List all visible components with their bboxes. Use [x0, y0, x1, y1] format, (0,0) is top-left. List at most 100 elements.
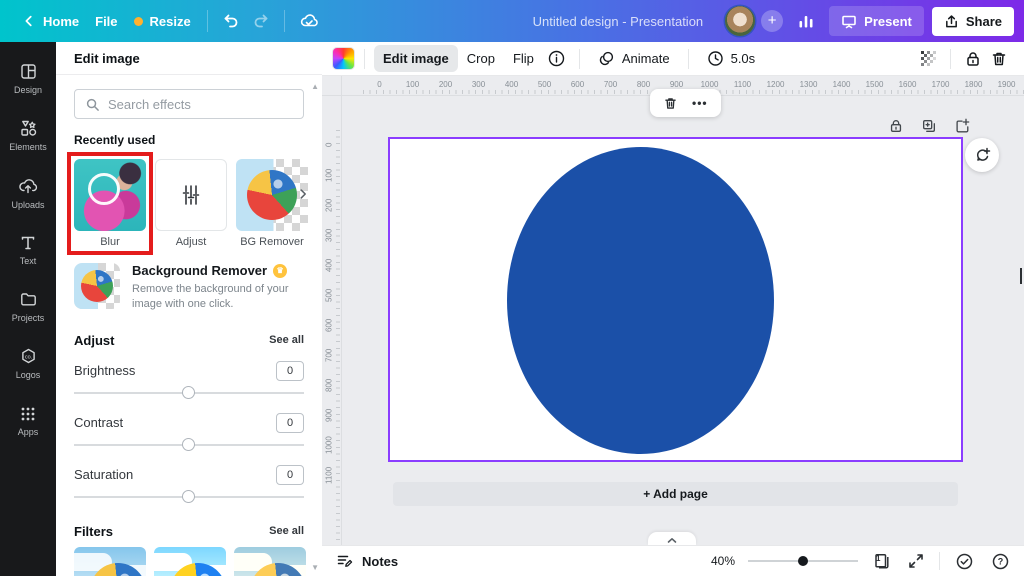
notes-button[interactable]: Notes [336, 552, 398, 570]
brightness-slider[interactable] [74, 386, 304, 400]
slider-handle[interactable] [182, 490, 195, 503]
add-member-button[interactable]: + [761, 10, 783, 32]
status-check-button[interactable] [953, 550, 976, 573]
rail-label: Apps [18, 427, 39, 437]
sidebar-item-projects[interactable]: Projects [0, 278, 56, 335]
add-comment-icon [973, 146, 991, 164]
ruler-label: 1100 [322, 460, 336, 490]
filters-see-all-link[interactable]: See all [269, 525, 304, 537]
ruler-label: 1100 [726, 76, 759, 95]
search-input[interactable] [108, 97, 293, 112]
flip-label: Flip [513, 51, 534, 66]
filter-thumbnail-2[interactable] [154, 547, 226, 576]
slider-handle[interactable] [182, 438, 195, 451]
slider-handle[interactable] [182, 386, 195, 399]
info-button[interactable] [543, 45, 570, 72]
avatar[interactable] [725, 6, 755, 36]
ruler-label: 1500 [858, 76, 891, 95]
bar-chart-icon [797, 12, 815, 30]
search-effects-box[interactable] [74, 89, 304, 119]
cloud-save-status-button[interactable] [293, 7, 325, 35]
lock-icon [964, 50, 982, 68]
contrast-value[interactable]: 0 [276, 413, 304, 433]
saturation-slider-group: Saturation 0 [74, 465, 304, 504]
divider [950, 49, 951, 69]
beach-ball [81, 270, 113, 302]
question-circle-icon: ? [991, 552, 1010, 571]
expand-icon [908, 553, 924, 569]
home-button[interactable]: Home [14, 8, 87, 35]
filter-thumbnail-3[interactable] [234, 547, 306, 576]
add-page-button[interactable]: + Add page [393, 482, 958, 506]
design-page[interactable] [388, 137, 963, 462]
duration-button[interactable]: 5.0s [698, 44, 765, 73]
crop-label: Crop [467, 51, 495, 66]
saturation-slider[interactable] [74, 490, 304, 504]
undo-button[interactable] [216, 8, 246, 34]
ruler-label: 700 [594, 76, 627, 95]
panel-scroll-up-arrow[interactable]: ▲ [311, 82, 319, 91]
flip-button[interactable]: Flip [504, 45, 543, 72]
transparency-button[interactable] [916, 46, 941, 71]
background-remover-feature[interactable]: Background Remover ♛ Remove the backgrou… [74, 263, 304, 313]
adjust-see-all-link[interactable]: See all [269, 334, 304, 346]
v-ruler: 010020030040050060070080090010001100 [322, 96, 342, 545]
more-options-button[interactable]: ••• [687, 93, 713, 113]
scroll-right-button[interactable] [294, 185, 312, 203]
effect-bg-remover[interactable]: BG Remover [236, 159, 308, 248]
crop-button[interactable]: Crop [458, 45, 504, 72]
sidebar-item-uploads[interactable]: Uploads [0, 164, 56, 221]
insights-button[interactable] [791, 8, 821, 34]
file-menu-button[interactable]: File [87, 8, 125, 35]
sidebar-item-elements[interactable]: Elements [0, 107, 56, 164]
ruler-label: 1000 [322, 430, 336, 460]
ruler-label: 0 [322, 130, 336, 160]
svg-text:co.: co. [24, 355, 32, 361]
rail-label: Elements [9, 142, 47, 152]
color-swatch-button[interactable] [332, 47, 355, 70]
saturation-value[interactable]: 0 [276, 465, 304, 485]
panel-scroll-down-arrow[interactable]: ▼ [311, 563, 319, 572]
ruler-label: 200 [429, 76, 462, 95]
filter-thumbnail-1[interactable] [74, 547, 146, 576]
filters-row [74, 547, 304, 576]
svg-text:?: ? [998, 556, 1004, 566]
collapse-panel-tab[interactable] [648, 532, 696, 545]
duration-label: 5.0s [731, 51, 756, 66]
duplicate-page-button[interactable] [919, 116, 939, 136]
share-button[interactable]: Share [932, 7, 1014, 36]
brightness-value[interactable]: 0 [276, 361, 304, 381]
delete-element-button[interactable] [658, 93, 683, 114]
duplicate-icon [921, 118, 937, 134]
beach-ball [247, 170, 297, 220]
panel-body: Recently used Blur Adjust [56, 75, 322, 576]
animate-button[interactable]: Animate [589, 44, 679, 73]
delete-button[interactable] [986, 46, 1012, 72]
redo-button[interactable] [246, 8, 276, 34]
blue-circle-element[interactable] [507, 147, 774, 454]
workspace: 0100200300400500600700800900100011001200… [322, 76, 1024, 545]
folder-icon [19, 290, 38, 309]
zoom-slider-handle[interactable] [798, 556, 808, 566]
sidebar-item-text[interactable]: Text [0, 221, 56, 278]
help-button[interactable]: ? [989, 550, 1012, 573]
design-title[interactable]: Untitled design - Presentation [533, 14, 704, 29]
comment-button[interactable] [965, 138, 999, 172]
contrast-slider[interactable] [74, 438, 304, 452]
fullscreen-button[interactable] [906, 551, 926, 571]
sidebar-item-design[interactable]: Design [0, 50, 56, 107]
add-page-icon-button[interactable] [952, 116, 972, 136]
zoom-slider[interactable] [748, 554, 858, 568]
effect-blur[interactable]: Blur [74, 159, 146, 248]
lock-button[interactable] [960, 46, 986, 72]
sidebar-item-apps[interactable]: Apps [0, 392, 56, 449]
chevron-right-icon [296, 187, 310, 201]
edit-image-tab[interactable]: Edit image [374, 45, 458, 72]
present-button[interactable]: Present [829, 6, 924, 36]
lock-page-button[interactable] [886, 116, 906, 136]
sidebar-item-logos[interactable]: co. Logos [0, 335, 56, 392]
adjust-thumbnail [155, 159, 227, 231]
resize-button[interactable]: Resize [126, 8, 199, 35]
effect-adjust[interactable]: Adjust [155, 159, 227, 248]
pages-view-button[interactable]: 1 [871, 550, 893, 572]
